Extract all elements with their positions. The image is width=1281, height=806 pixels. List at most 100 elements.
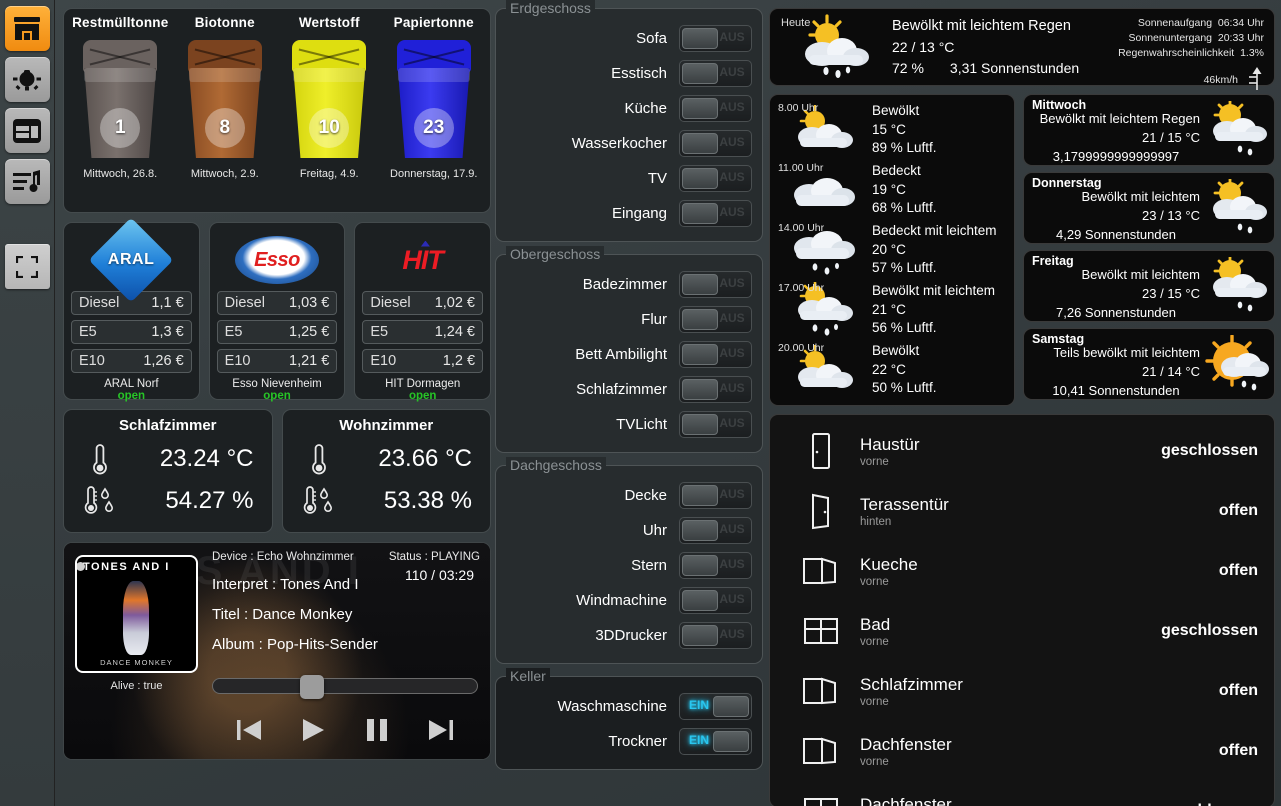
- fuel-prices-section: ARAL Diesel 1,1 € E5 1,3 € E10 1,26 € AR…: [63, 222, 491, 400]
- door-row[interactable]: Kueche vorne offen: [782, 541, 1262, 601]
- hour-condition: Bewölkt: [872, 102, 937, 121]
- play-icon[interactable]: [298, 715, 328, 745]
- day-condition: Bewölkt mit leichtem: [1032, 187, 1200, 206]
- door-label: Bad vorne: [860, 615, 1161, 648]
- media-seek-handle[interactable]: [300, 675, 324, 699]
- bin-graphic: 8: [173, 34, 278, 162]
- switch-label: Bett Ambilight: [506, 346, 679, 363]
- toggle-state: AUS: [715, 135, 749, 149]
- switch-label: TVLicht: [506, 416, 679, 433]
- door-row[interactable]: Schlafzimmer vorne offen: [782, 661, 1262, 721]
- door-row[interactable]: Haustür vorne geschlossen: [782, 421, 1262, 481]
- media-album: Album : Pop-Hits-Sender: [212, 636, 480, 653]
- fuel-label: Diesel: [225, 295, 265, 311]
- toggle-wasserkocher[interactable]: AUS: [679, 130, 752, 157]
- toggle-state: AUS: [715, 416, 749, 430]
- fullscreen-button[interactable]: [5, 244, 50, 289]
- day-card[interactable]: Freitag Bewölkt mit leichtem 23 / 15 °C …: [1023, 250, 1275, 322]
- bin-item[interactable]: Biotonne 8 Mittwoch, 2.9.: [173, 15, 278, 212]
- toggle-flur[interactable]: AUS: [679, 306, 752, 333]
- media-counter: 110 / 03:29: [405, 567, 474, 583]
- toggle-sofa[interactable]: AUS: [679, 25, 752, 52]
- rain-probability-value: 1.3%: [1240, 47, 1264, 59]
- fuel-price: 1,03 €: [289, 295, 329, 311]
- day-temps: 21 / 14 °C: [1032, 362, 1200, 381]
- hour-condition: Bedeckt: [872, 162, 937, 181]
- sunset-value: 20:33 Uhr: [1218, 32, 1264, 44]
- door-state: offen: [1219, 562, 1262, 580]
- temperature-value: 23.24 °C: [124, 445, 260, 473]
- toggle-uhr[interactable]: AUS: [679, 517, 752, 544]
- hour-row: 11.00 Uhr Bedeckt 19 °C 68 % Luftf.: [776, 160, 1008, 220]
- day-card[interactable]: Donnerstag Bewölkt mit leichtem 23 / 13 …: [1023, 172, 1275, 244]
- temperature-row: 23.66 °C: [295, 442, 479, 476]
- sidebar-item-light[interactable]: [5, 57, 50, 102]
- toggle-3ddrucker[interactable]: AUS: [679, 622, 752, 649]
- door-row[interactable]: Dachfenster hinten geschlossen: [782, 781, 1262, 806]
- toggle-trockner[interactable]: EIN: [679, 728, 752, 755]
- left-column: Restmülltonne 1 Mittwoch, 26.8. Biotonne…: [63, 8, 491, 760]
- hour-temp: 21 °C: [872, 301, 995, 320]
- bin-item[interactable]: Restmülltonne 1 Mittwoch, 26.8.: [68, 15, 173, 212]
- door-row[interactable]: Dachfenster vorne offen: [782, 721, 1262, 781]
- day-card[interactable]: Mittwoch Bewölkt mit leichtem Regen 21 /…: [1023, 94, 1275, 166]
- switch-group-keller: Keller Waschmaschine EIN Trockner EIN: [495, 676, 763, 770]
- sidebar-item-layout[interactable]: [5, 108, 50, 153]
- group-title: Obergeschoss: [506, 246, 604, 262]
- rain-probability-label: Regenwahrscheinlichkeit: [1118, 47, 1234, 59]
- day-card[interactable]: Samstag Teils bewölkt mit leichtem 21 / …: [1023, 328, 1275, 400]
- toggle-state: EIN: [682, 698, 716, 712]
- bin-item[interactable]: Papiertonne 23 Donnerstag, 17.9.: [382, 15, 487, 212]
- bin-item[interactable]: Wertstoff 10 Freitag, 4.9.: [277, 15, 382, 212]
- toggle-stern[interactable]: AUS: [679, 552, 752, 579]
- climate-card[interactable]: Wohnzimmer 23.66 °C: [282, 409, 492, 533]
- switch-label: Esstisch: [506, 65, 679, 82]
- hit-logo-text: HIT: [402, 245, 443, 276]
- toggle-esstisch[interactable]: AUS: [679, 60, 752, 87]
- gas-station-card[interactable]: HIT Diesel 1,02 € E5 1,24 € E10 1,2 € HI…: [354, 222, 491, 400]
- door-title: Dachfenster: [860, 795, 1161, 806]
- previous-icon[interactable]: [234, 715, 264, 745]
- door-title: Bad: [860, 615, 1161, 635]
- media-seek-slider[interactable]: [212, 678, 478, 694]
- temperature-value: 23.66 °C: [343, 445, 479, 473]
- fuel-price: 1,3 €: [151, 324, 183, 340]
- gas-station-card[interactable]: Esso Diesel 1,03 € E5 1,25 € E10 1,21 € …: [209, 222, 346, 400]
- sidebar-item-home[interactable]: [5, 6, 50, 51]
- toggle-kueche[interactable]: AUS: [679, 95, 752, 122]
- fuel-row: E5 1,3 €: [71, 320, 192, 344]
- toggle-waschmaschine[interactable]: EIN: [679, 693, 752, 720]
- door-row[interactable]: Bad vorne geschlossen: [782, 601, 1262, 661]
- climate-card[interactable]: Schlafzimmer 23.24 °C: [63, 409, 273, 533]
- fuel-row: E5 1,25 €: [217, 320, 338, 344]
- hour-text: Bewölkt mit leichtem 21 °C 56 % Luftf.: [872, 282, 995, 338]
- media-metadata: Device : Echo Wohnzimmer Status : PLAYIN…: [212, 551, 480, 653]
- bin-graphic: 10: [277, 34, 382, 162]
- hour-text: Bewölkt 22 °C 50 % Luftf.: [872, 342, 937, 398]
- day-temps: 23 / 13 °C: [1032, 206, 1200, 225]
- switch-row: Trockner EIN: [506, 724, 752, 759]
- toggle-decke[interactable]: AUS: [679, 482, 752, 509]
- toggle-tv[interactable]: AUS: [679, 165, 752, 192]
- toggle-badezimmer[interactable]: AUS: [679, 271, 752, 298]
- window-open-icon: [782, 676, 860, 706]
- door-row[interactable]: Terassentür hinten offen: [782, 481, 1262, 541]
- hour-condition: Bewölkt mit leichtem: [872, 282, 995, 301]
- toggle-tvlicht[interactable]: AUS: [679, 411, 752, 438]
- switch-label: 3DDrucker: [506, 627, 679, 644]
- sidebar-item-playlist[interactable]: [5, 159, 50, 204]
- sun-cloud-rain-icon: [1200, 257, 1270, 320]
- next-icon[interactable]: [426, 715, 456, 745]
- weather-today-sunhours: 3,31 Sonnenstunden: [950, 58, 1079, 78]
- switch-row: Badezimmer AUS: [506, 267, 752, 302]
- gas-station-card[interactable]: ARAL Diesel 1,1 € E5 1,3 € E10 1,26 € AR…: [63, 222, 200, 400]
- day-sunhours: 7,26 Sonnenstunden: [1032, 303, 1200, 322]
- pause-icon[interactable]: [362, 715, 392, 745]
- toggle-eingang[interactable]: AUS: [679, 200, 752, 227]
- toggle-schlafzimmer[interactable]: AUS: [679, 376, 752, 403]
- toggle-windmachine[interactable]: AUS: [679, 587, 752, 614]
- switch-label: Windmachine: [506, 592, 679, 609]
- day-text: Bewölkt mit leichtem Regen 21 / 15 °C 3,…: [1032, 109, 1200, 167]
- toggle-bett-ambilight[interactable]: AUS: [679, 341, 752, 368]
- hour-temp: 20 °C: [872, 241, 997, 260]
